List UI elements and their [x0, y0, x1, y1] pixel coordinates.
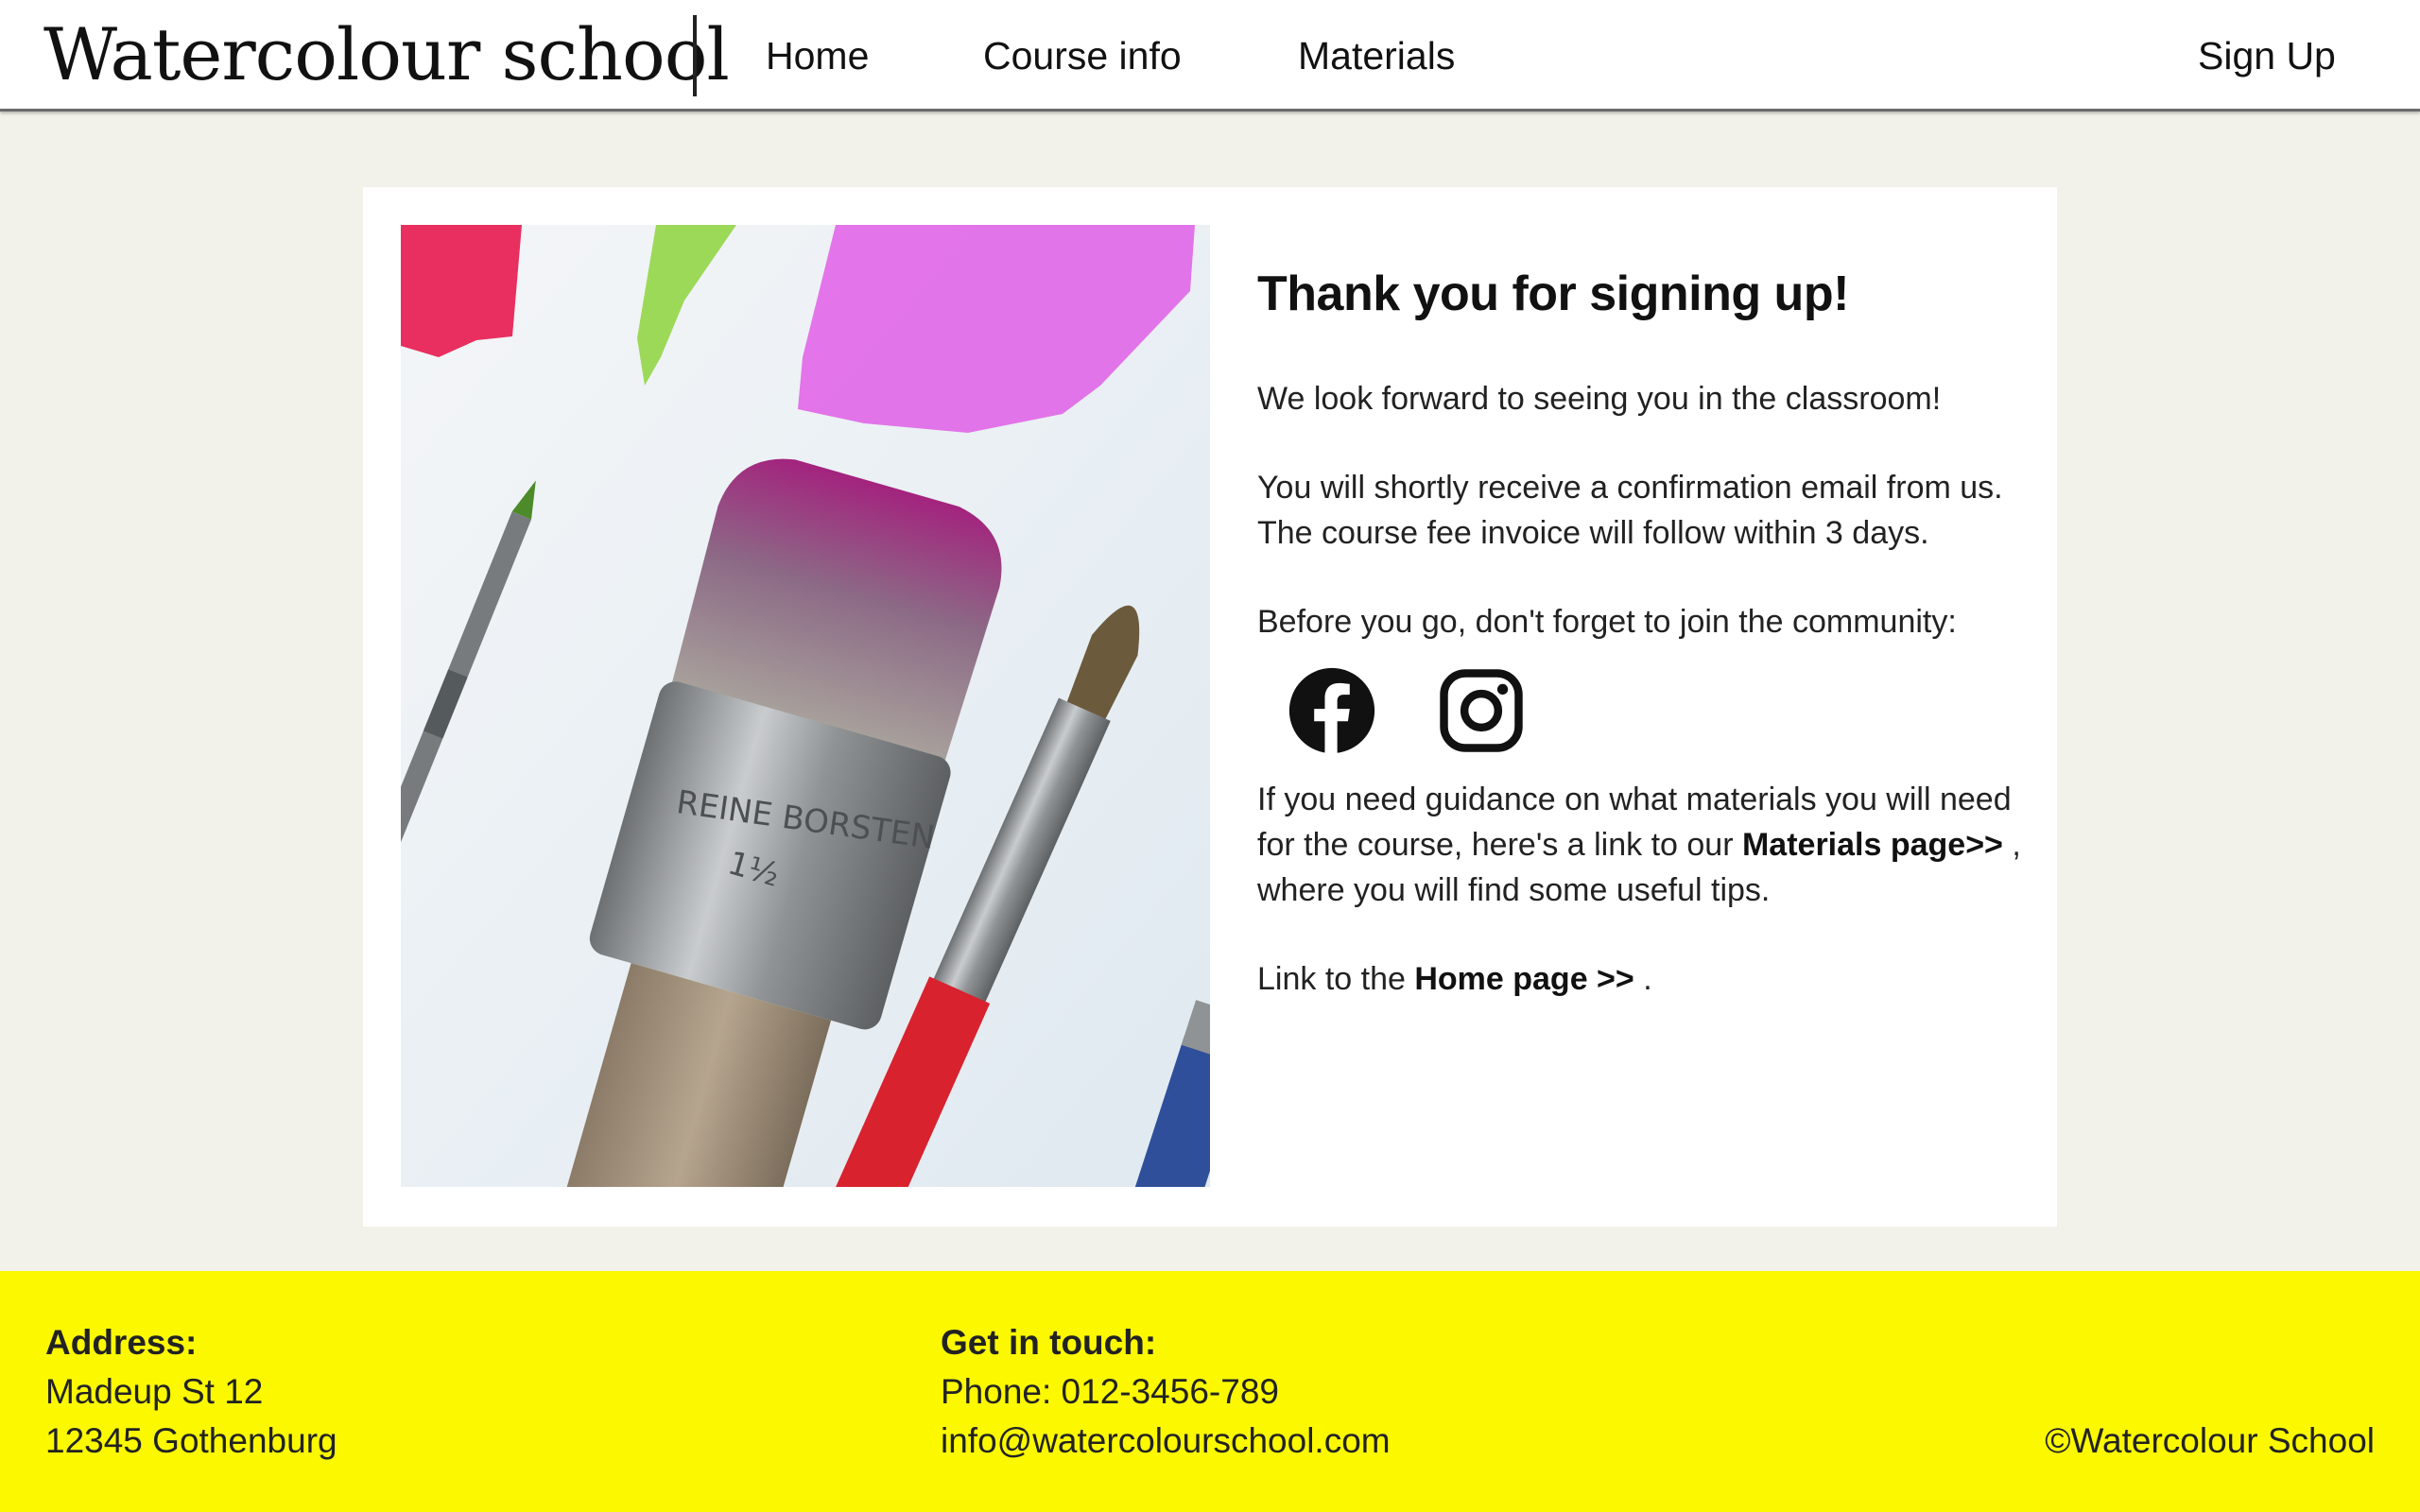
materials-page-link[interactable]: Materials page>>	[1742, 827, 2003, 863]
home-page-link[interactable]: Home page >>	[1414, 961, 1634, 997]
confirmation-card: REINE BORSTEN 1½ Thank you for signing u…	[363, 187, 2057, 1227]
footer-contact: Get in touch: Phone: 012-3456-789 info@w…	[941, 1318, 1391, 1466]
address-heading: Address:	[45, 1323, 198, 1362]
address-line1: Madeup St 12	[45, 1372, 264, 1411]
copyright: ©Watercolour School	[2045, 1421, 2375, 1460]
header-divider	[693, 15, 697, 96]
site-header: Watercolour school Home Course info Mate…	[0, 0, 2420, 112]
site-logo[interactable]: Watercolour school	[43, 9, 730, 100]
nav-materials-link[interactable]: Materials	[1298, 28, 1455, 83]
contact-heading: Get in touch:	[941, 1323, 1157, 1362]
welcome-text: We look forward to seeing you in the cla…	[1257, 381, 1942, 417]
confirmation-content: Thank you for signing up! We look forwar…	[1257, 261, 2032, 1002]
facebook-icon[interactable]	[1288, 666, 1376, 755]
home-link-text: Link to the Home page >> .	[1257, 956, 2032, 1002]
materials-guidance-text: If you need guidance on what materials y…	[1257, 777, 2032, 913]
site-footer: Address: Madeup St 12 12345 Gothenburg G…	[0, 1271, 2420, 1512]
nav-home-link[interactable]: Home	[766, 28, 869, 83]
address-line2: 12345 Gothenburg	[45, 1421, 337, 1460]
footer-address: Address: Madeup St 12 12345 Gothenburg	[45, 1318, 337, 1466]
confirmation-text: You will shortly receive a confirmation …	[1257, 470, 2003, 551]
instagram-icon[interactable]	[1437, 666, 1526, 755]
nav-signup-link[interactable]: Sign Up	[2198, 28, 2336, 83]
page-title: Thank you for signing up!	[1257, 266, 1849, 321]
nav-course-info-link[interactable]: Course info	[983, 28, 1182, 83]
social-links	[1288, 665, 2032, 756]
contact-email[interactable]: info@watercolourschool.com	[941, 1417, 1391, 1466]
home-text-before: Link to the	[1257, 961, 1415, 997]
community-text: Before you go, don't forget to join the …	[1257, 604, 1957, 640]
contact-phone: Phone: 012-3456-789	[941, 1372, 1279, 1411]
paintbrushes-photo: REINE BORSTEN 1½	[401, 225, 1210, 1187]
home-text-after: .	[1634, 961, 1652, 997]
